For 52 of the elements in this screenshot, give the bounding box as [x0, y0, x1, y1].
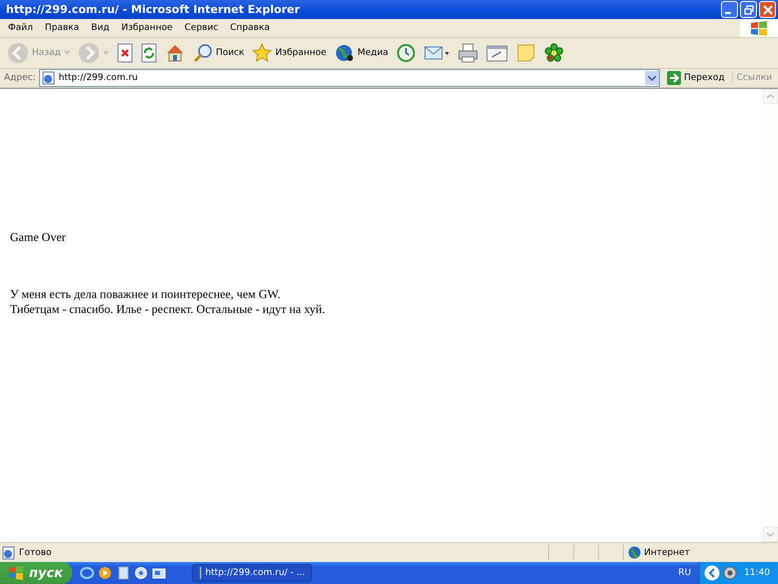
taskbar-button[interactable]: http://299.com.ru/ - ...	[192, 564, 312, 582]
close-icon	[762, 4, 772, 14]
note-icon	[516, 43, 536, 63]
house-icon	[164, 43, 185, 63]
page-text: У меня есть дела поважнее и поинтереснее, чем GW.	[10, 287, 282, 302]
menu-item[interactable]: Вид	[85, 23, 116, 33]
scrollbar[interactable]	[763, 89, 778, 542]
minimize-button[interactable]	[721, 1, 738, 18]
zone-text: Интернет	[644, 548, 690, 558]
windows-logo-icon	[749, 20, 769, 36]
window-title: http://299.com.ru/ - Microsoft Internet Explorer	[6, 3, 301, 16]
media-button[interactable]: Медиа	[331, 41, 392, 65]
minimize-icon	[725, 12, 731, 14]
restore-icon	[744, 4, 754, 14]
favorites-button[interactable]: Избранное	[249, 41, 330, 65]
go-button[interactable]: Переход	[662, 71, 729, 85]
search-button[interactable]: Поиск	[190, 41, 248, 65]
flower-icon	[544, 43, 564, 63]
address-field[interactable]: http://299.com.ru	[38, 69, 660, 87]
page-text: Game Over	[10, 230, 67, 245]
dropdown-arrow-icon	[64, 51, 70, 55]
window-edit-icon	[486, 43, 508, 63]
language-indicator[interactable]: RU	[678, 568, 692, 578]
menu-item[interactable]: Сервис	[178, 23, 224, 33]
globe-icon	[628, 546, 641, 559]
page-text: Тибетцам - спасибо. Илье - респект. Остальные - идут на хуй.	[10, 302, 326, 317]
globe-icon	[334, 43, 354, 63]
clock-icon	[396, 43, 416, 63]
desktop-icon[interactable]	[152, 566, 166, 580]
menu-item[interactable]: Файл	[2, 23, 39, 33]
search-icon	[192, 43, 213, 63]
menu-item[interactable]: Правка	[38, 23, 86, 33]
chevron-left-icon[interactable]	[704, 565, 720, 581]
chevron-down-icon	[648, 76, 656, 80]
windows-logo-icon	[8, 565, 24, 581]
speaker-icon[interactable]	[723, 566, 738, 580]
refresh-icon	[140, 43, 157, 63]
clock: 11:40	[744, 568, 770, 578]
menu-item[interactable]: Справка	[224, 23, 276, 33]
star-icon	[252, 43, 272, 63]
status-text: Готово	[19, 548, 52, 558]
stop-icon	[116, 43, 133, 63]
address-label: Адрес:	[4, 73, 36, 83]
close-button[interactable]	[759, 1, 776, 18]
arrow-right-icon	[666, 71, 681, 85]
document-icon[interactable]	[116, 566, 130, 580]
dropdown-button[interactable]	[644, 71, 659, 85]
dropdown-arrow-icon	[102, 51, 109, 55]
restore-button[interactable]	[740, 1, 757, 18]
printer-icon	[458, 43, 478, 63]
player-icon[interactable]	[98, 566, 112, 580]
menu-item[interactable]: Избранное	[115, 23, 178, 33]
